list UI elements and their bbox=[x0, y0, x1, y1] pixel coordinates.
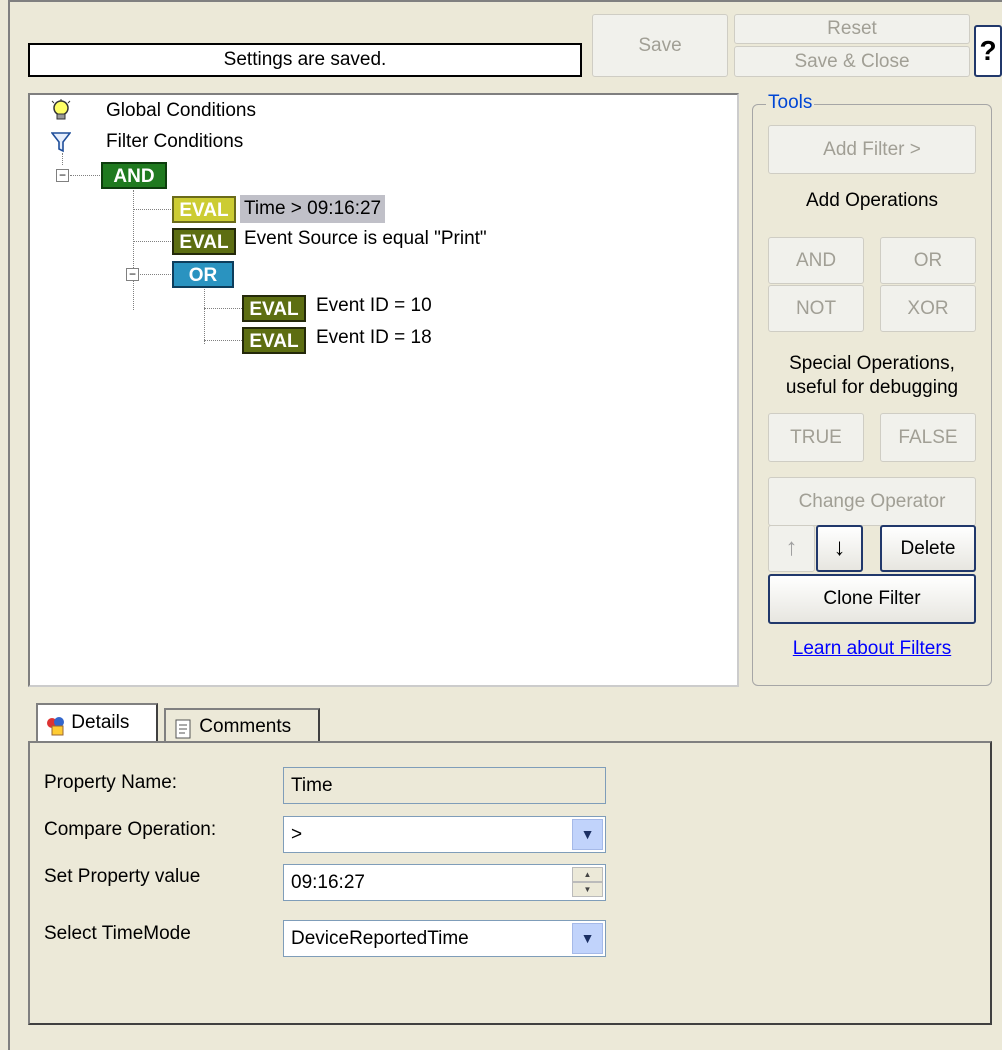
tree-node-filter-conditions[interactable]: Filter Conditions bbox=[106, 131, 243, 153]
chevron-down-icon[interactable]: ▼ bbox=[572, 819, 603, 850]
save-close-button[interactable]: Save & Close bbox=[734, 46, 970, 77]
spinner-down-icon[interactable]: ▼ bbox=[572, 882, 603, 897]
property-value-input[interactable]: 09:16:27 ▲ ▼ bbox=[283, 864, 606, 901]
not-button[interactable]: NOT bbox=[768, 285, 864, 332]
compare-operation-select[interactable]: > ▼ bbox=[283, 816, 606, 853]
arrow-up-icon: ↑ bbox=[785, 534, 798, 561]
property-value-text: 09:16:27 bbox=[291, 872, 365, 893]
delete-button[interactable]: Delete bbox=[880, 525, 976, 572]
or-button[interactable]: OR bbox=[880, 237, 976, 284]
timemode-select[interactable]: DeviceReportedTime ▼ bbox=[283, 920, 606, 957]
eval-badge[interactable]: EVAL bbox=[242, 295, 306, 322]
and-operator-badge[interactable]: AND bbox=[101, 162, 167, 189]
tree-node-event-id-18[interactable]: Event ID = 18 bbox=[316, 327, 432, 349]
comments-icon bbox=[174, 717, 194, 739]
move-down-button[interactable]: ↓ bbox=[816, 525, 863, 572]
select-timemode-label: Select TimeMode bbox=[44, 923, 191, 944]
clone-filter-button[interactable]: Clone Filter bbox=[768, 574, 976, 624]
move-up-button[interactable]: ↑ bbox=[768, 525, 815, 572]
tree-node-global-conditions[interactable]: Global Conditions bbox=[106, 100, 256, 122]
property-name-field: Time bbox=[283, 767, 606, 804]
timemode-value: DeviceReportedTime bbox=[291, 928, 469, 949]
tools-legend: Tools bbox=[766, 92, 815, 114]
lightbulb-icon bbox=[50, 99, 72, 123]
and-button[interactable]: AND bbox=[768, 237, 864, 284]
status-message: Settings are saved. bbox=[28, 43, 582, 77]
eval-badge[interactable]: EVAL bbox=[172, 196, 236, 223]
tree-node-event-id-10[interactable]: Event ID = 10 bbox=[316, 295, 432, 317]
xor-button[interactable]: XOR bbox=[880, 285, 976, 332]
funnel-icon bbox=[50, 131, 72, 153]
details-icon bbox=[46, 713, 66, 736]
special-operations-label: Special Operations, useful for debugging bbox=[785, 353, 959, 398]
eval-badge[interactable]: EVAL bbox=[172, 228, 236, 255]
value-spinner[interactable]: ▲ ▼ bbox=[572, 867, 603, 898]
tab-details[interactable]: Details bbox=[36, 703, 158, 743]
reset-button[interactable]: Reset bbox=[734, 14, 970, 44]
property-name-label: Property Name: bbox=[44, 772, 178, 793]
learn-about-filters-link[interactable]: Learn about Filters bbox=[768, 638, 976, 660]
collapse-or-node[interactable]: − bbox=[126, 268, 139, 281]
filter-tree: Global Conditions Filter Conditions − − … bbox=[28, 93, 739, 687]
tree-node-event-source-condition[interactable]: Event Source is equal "Print" bbox=[244, 228, 487, 250]
or-operator-badge[interactable]: OR bbox=[172, 261, 234, 288]
false-button[interactable]: FALSE bbox=[880, 413, 976, 462]
chevron-down-icon[interactable]: ▼ bbox=[572, 923, 603, 954]
compare-operation-value: > bbox=[291, 824, 303, 845]
change-operator-button[interactable]: Change Operator bbox=[768, 477, 976, 526]
add-operations-label: Add Operations bbox=[805, 190, 939, 211]
save-button[interactable]: Save bbox=[592, 14, 728, 77]
spinner-up-icon[interactable]: ▲ bbox=[572, 867, 603, 882]
tab-comments[interactable]: Comments bbox=[164, 708, 320, 743]
arrow-down-icon: ↓ bbox=[833, 534, 846, 561]
eval-badge[interactable]: EVAL bbox=[242, 327, 306, 354]
tab-comments-label: Comments bbox=[199, 716, 292, 737]
tab-details-label: Details bbox=[71, 712, 130, 733]
collapse-and-node[interactable]: − bbox=[56, 169, 69, 182]
true-button[interactable]: TRUE bbox=[768, 413, 864, 462]
help-button[interactable]: ? bbox=[974, 25, 1002, 77]
compare-operation-label: Compare Operation: bbox=[44, 819, 217, 840]
set-property-value-label: Set Property value bbox=[44, 866, 201, 887]
tree-node-time-condition[interactable]: Time > 09:16:27 bbox=[240, 195, 386, 223]
add-filter-button[interactable]: Add Filter > bbox=[768, 125, 976, 174]
